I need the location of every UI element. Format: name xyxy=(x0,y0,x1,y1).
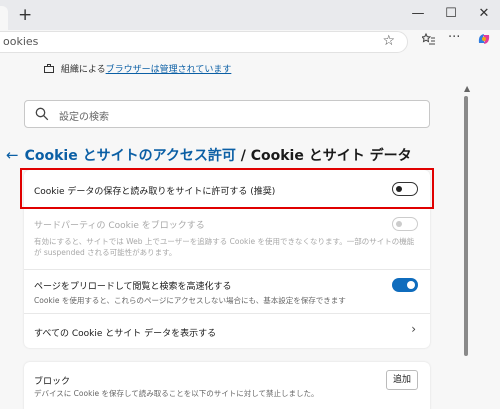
close-button[interactable]: ✕ xyxy=(474,4,494,24)
add-button[interactable]: 追加 xyxy=(386,370,418,390)
favorites-icon[interactable] xyxy=(420,32,436,50)
block-third-party-toggle[interactable] xyxy=(392,217,418,231)
block-third-party-description: 有効にすると、サイトでは Web 上でユーザーを追跡する Cookie を使用で… xyxy=(34,237,415,257)
scrollbar-track[interactable] xyxy=(470,80,500,409)
search-icon xyxy=(35,106,49,121)
breadcrumb-link[interactable]: Cookie とサイトのアクセス許可 xyxy=(25,148,236,164)
preload-toggle[interactable] xyxy=(392,278,418,292)
chevron-right-icon: › xyxy=(411,322,416,336)
new-tab-button[interactable]: + xyxy=(18,5,32,25)
title-bar: + — ☐ ✕ xyxy=(0,0,500,30)
block-section-title: ブロック xyxy=(34,377,71,387)
see-all-label: すべての Cookie とサイト データを表示する xyxy=(34,329,217,339)
breadcrumb-current: / Cookie とサイト データ xyxy=(235,148,412,164)
preload-description: Cookie を使用すると、これらのページにアクセスしない場合にも、基本設定を保… xyxy=(34,296,346,305)
page-title: ← Cookie とサイトのアクセス許可 / Cookie とサイト データ xyxy=(6,145,412,165)
back-arrow-icon[interactable]: ← xyxy=(6,146,19,164)
maximize-button[interactable]: ☐ xyxy=(441,4,461,24)
block-section-card: ブロック デバイスに Cookie を保存して読み取ることを以下のサイトに対して… xyxy=(24,362,430,409)
managed-prefix: 組織による xyxy=(60,65,106,75)
more-icon[interactable]: ··· xyxy=(448,30,460,45)
active-tab-stub[interactable] xyxy=(0,6,8,30)
favorite-star-icon[interactable]: ☆ xyxy=(382,33,395,49)
address-text: ookies xyxy=(3,35,39,48)
block-section-description: デバイスに Cookie を保存して読み取ることを以下のサイトに対して禁止しまし… xyxy=(34,389,319,398)
address-bar[interactable]: ookies ☆ xyxy=(0,31,408,53)
minimize-button[interactable]: — xyxy=(408,4,428,24)
briefcase-icon xyxy=(44,64,61,75)
managed-link[interactable]: ブラウザーは管理されています xyxy=(106,65,232,75)
search-placeholder: 設定の検索 xyxy=(59,112,109,123)
setting-row-block-third-party[interactable]: サードパーティの Cookie をブロックする 有効にすると、サイトでは Web… xyxy=(24,208,430,270)
block-third-party-label: サードパーティの Cookie をブロックする xyxy=(34,221,205,231)
settings-search[interactable]: 設定の検索 xyxy=(24,100,430,128)
copilot-icon[interactable] xyxy=(476,31,492,51)
managed-notice: 組織によるブラウザーは管理されています xyxy=(0,56,470,80)
preload-label: ページをプリロードして閲覧と検索を高速化する xyxy=(34,282,232,292)
setting-row-see-all[interactable]: すべての Cookie とサイト データを表示する › xyxy=(24,314,430,348)
highlight-annotation xyxy=(20,168,434,209)
setting-row-preload[interactable]: ページをプリロードして閲覧と検索を高速化する Cookie を使用すると、これら… xyxy=(24,270,430,314)
scroll-up-arrow-icon[interactable]: ▲ xyxy=(464,84,470,93)
scrollbar-thumb[interactable] xyxy=(464,96,468,356)
